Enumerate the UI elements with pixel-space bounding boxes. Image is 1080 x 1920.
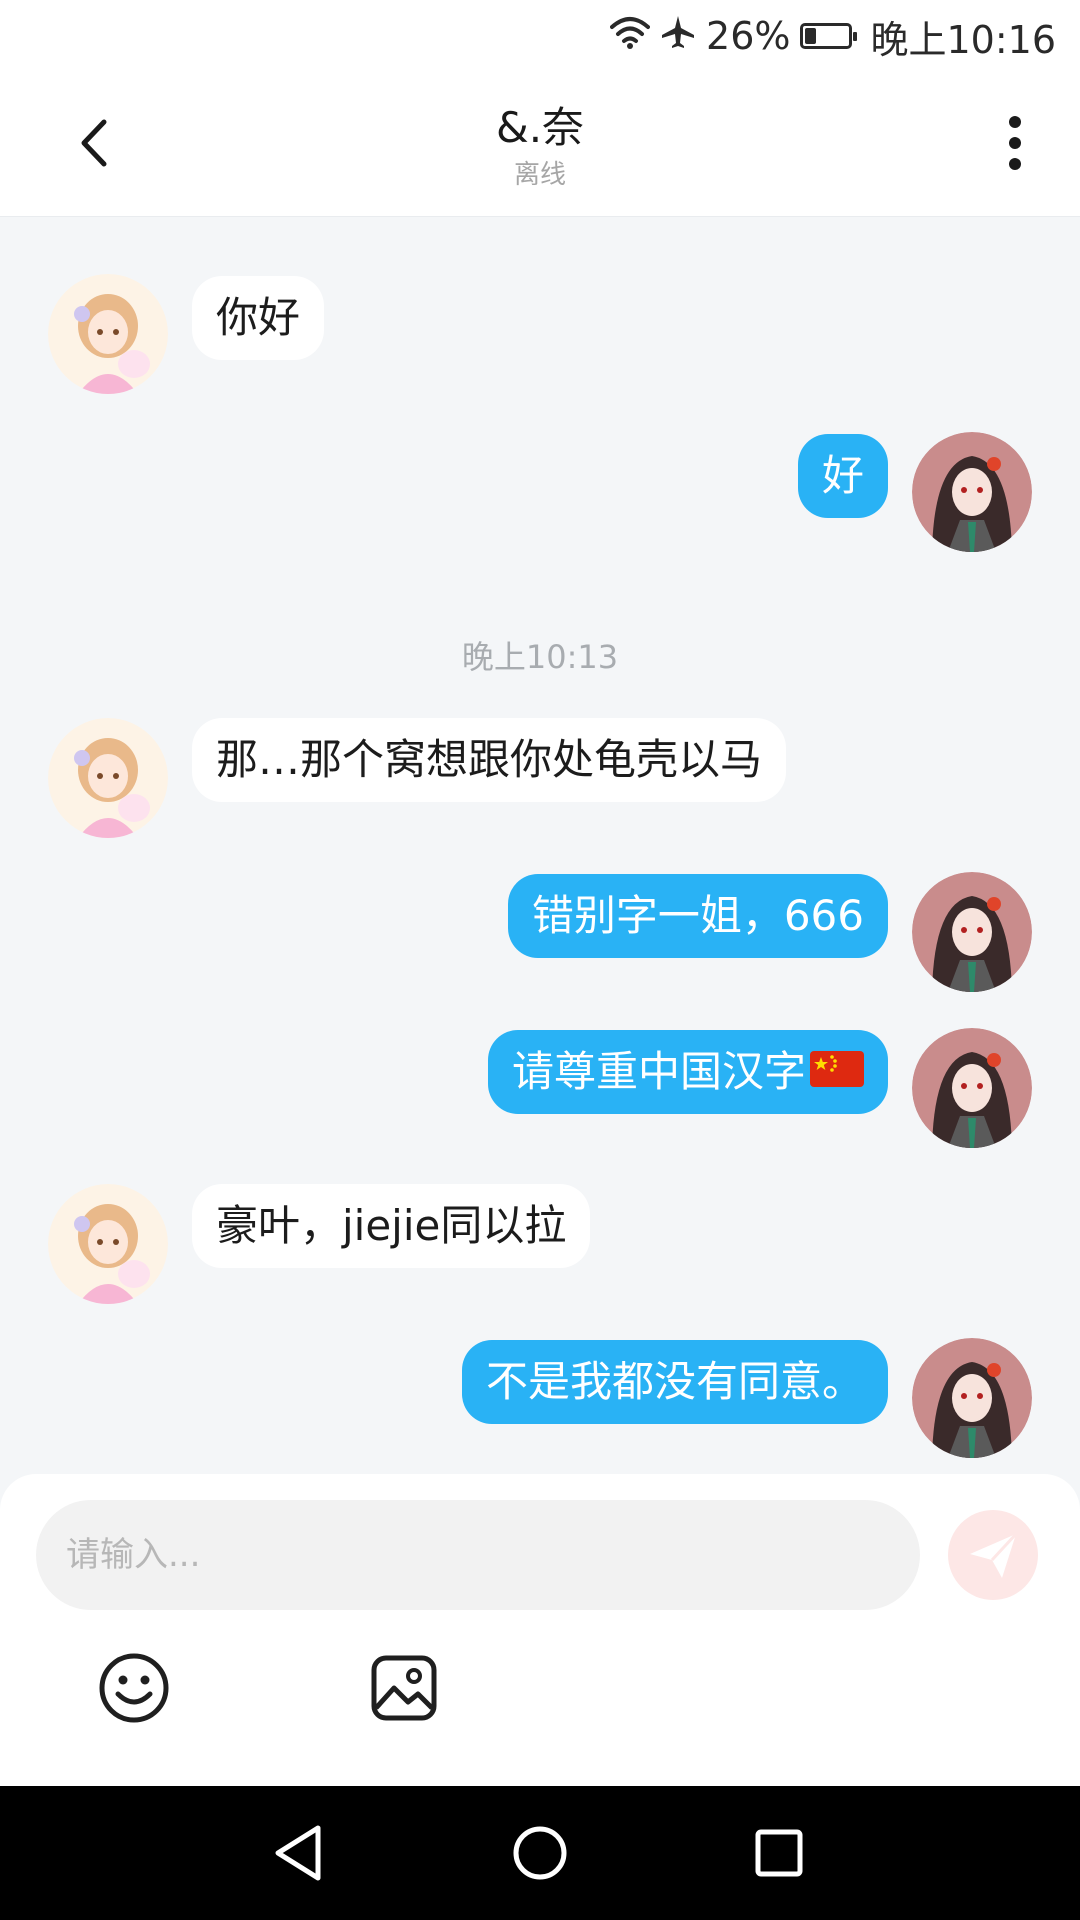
wifi-icon [610, 14, 651, 58]
nav-home-button[interactable] [503, 1816, 577, 1890]
send-button[interactable] [948, 1510, 1038, 1600]
message-bubble-outgoing[interactable]: 错别字一姐，666 [507, 874, 888, 958]
message-bubble-outgoing[interactable]: 请尊重中国汉字 [487, 1030, 888, 1117]
message-input[interactable] [36, 1500, 920, 1610]
user-avatar[interactable] [912, 1028, 1032, 1148]
nav-back-button[interactable] [262, 1816, 336, 1890]
battery-icon [800, 23, 858, 49]
contact-status: 离线 [513, 160, 566, 190]
message-bubble-outgoing[interactable]: 不是我都没有同意。 [461, 1340, 888, 1424]
contact-name: &.奈 [495, 103, 585, 152]
nav-home-icon [513, 1826, 567, 1880]
message-text: 请尊重中国汉字 [511, 1047, 806, 1096]
status-bar: 26% 晚上10:16 [0, 0, 1080, 72]
clock: 晚上10:16 [870, 17, 1056, 62]
contact-avatar[interactable] [48, 718, 168, 838]
nav-recent-icon [755, 1829, 803, 1877]
input-panel [0, 1474, 1080, 1786]
image-icon [371, 1655, 437, 1721]
send-icon [970, 1532, 1018, 1578]
system-nav-bar [0, 1786, 1080, 1920]
message-bubble-incoming[interactable]: 豪叶，jiejie同以拉 [192, 1184, 591, 1268]
time-separator: 晚上10:13 [461, 638, 619, 676]
user-avatar[interactable] [912, 1338, 1032, 1458]
nav-recent-button[interactable] [742, 1816, 816, 1890]
contact-avatar[interactable] [48, 274, 168, 394]
emoji-icon [99, 1653, 169, 1723]
message-bubble-incoming[interactable]: 你好 [192, 276, 325, 360]
contact-avatar[interactable] [48, 1184, 168, 1304]
message-bubble-outgoing[interactable]: 好 [797, 434, 888, 518]
user-avatar[interactable] [912, 432, 1032, 552]
battery-percent: 26% [706, 14, 791, 58]
image-button[interactable] [366, 1650, 442, 1726]
user-avatar[interactable] [912, 872, 1032, 992]
emoji-button[interactable] [96, 1650, 172, 1726]
nav-back-icon [275, 1825, 321, 1881]
more-vertical-icon [1009, 116, 1021, 170]
more-options-button[interactable] [980, 108, 1050, 178]
chat-header: &.奈 离线 [0, 72, 1080, 217]
airplane-icon [660, 14, 696, 59]
message-bubble-incoming[interactable]: 那…那个窝想跟你处龟壳以马 [192, 718, 787, 802]
flag-china-icon [810, 1033, 864, 1117]
